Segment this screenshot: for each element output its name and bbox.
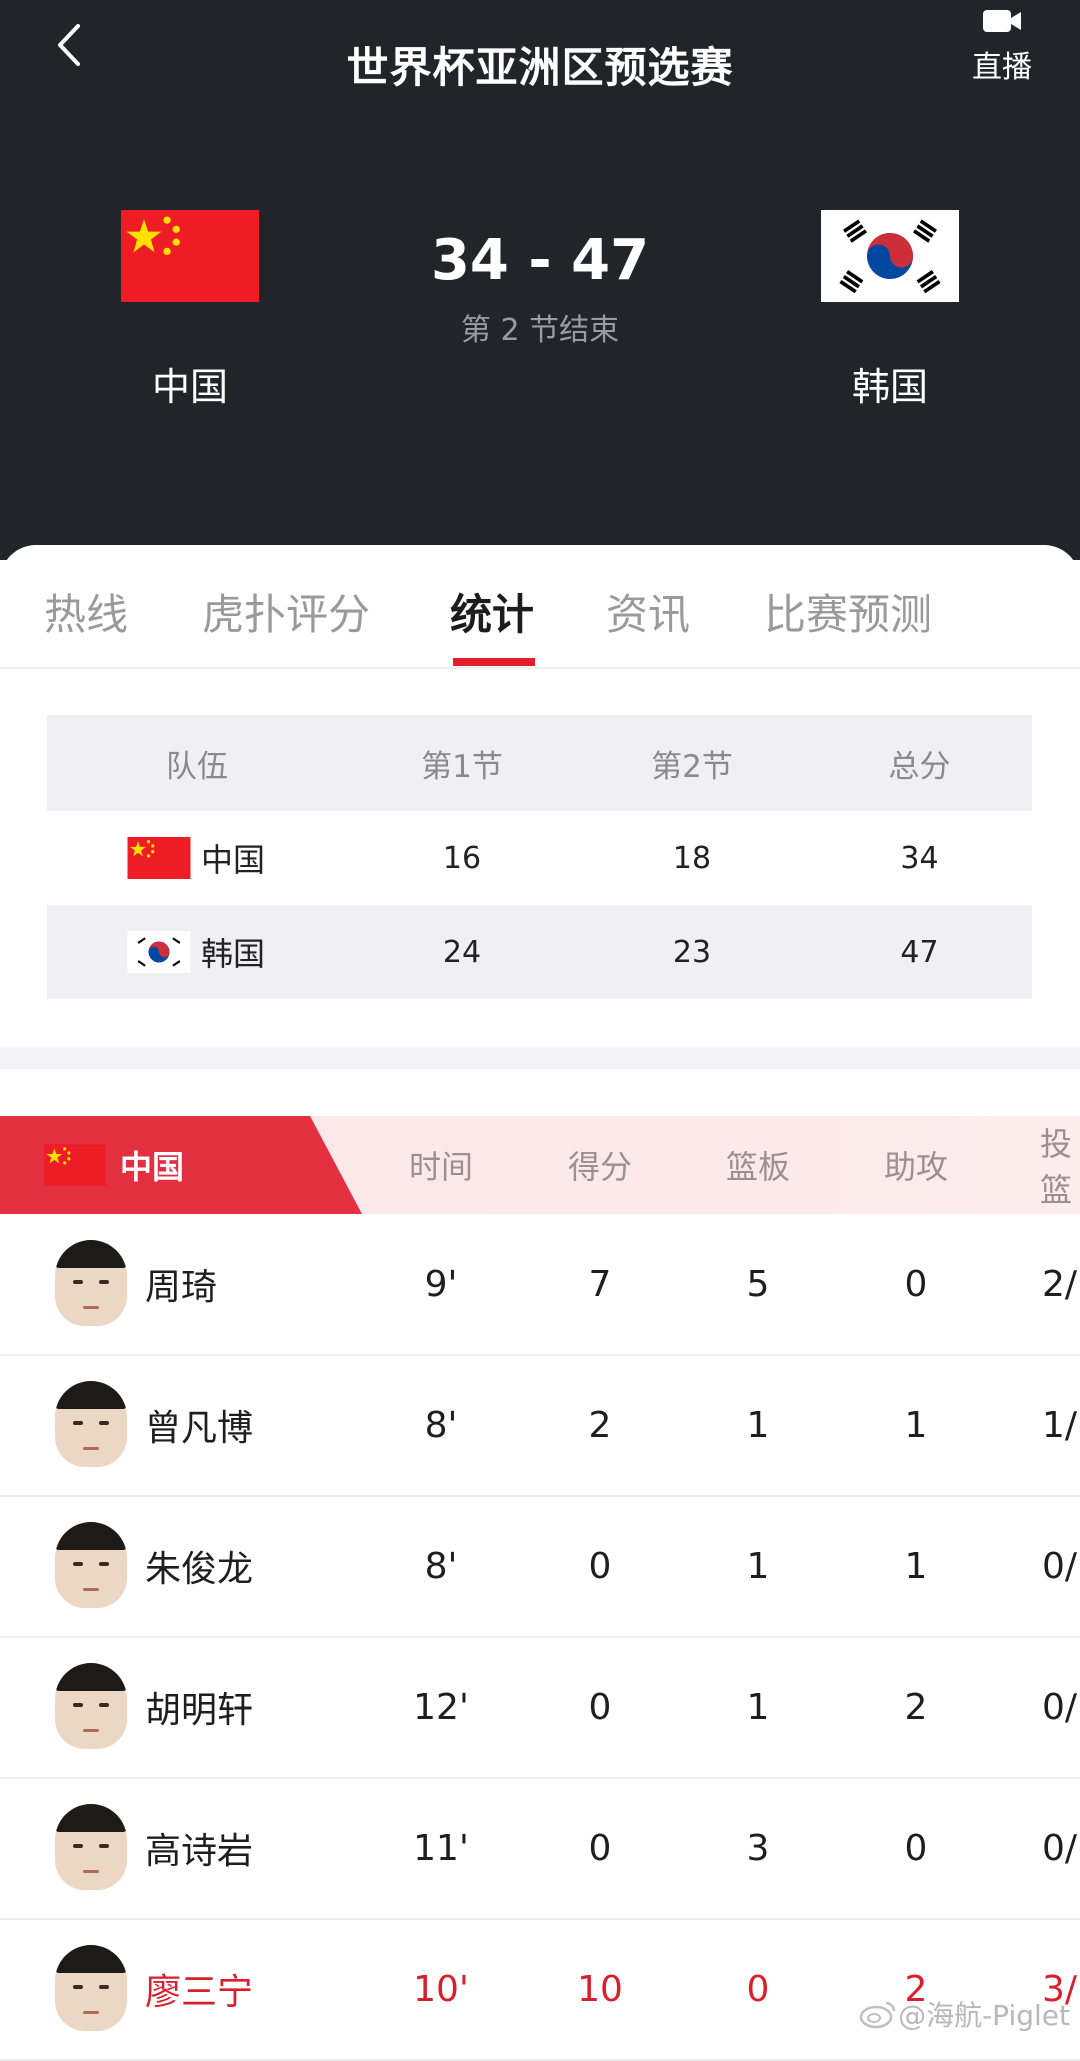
player-rebounds: 0 bbox=[746, 1968, 770, 2010]
match-header: 世界杯亚洲区预选赛 直播 中国 34 - 47 第 2 节结束 韩国 bbox=[0, 0, 1080, 560]
player-name: 周琦 bbox=[145, 1267, 218, 1308]
player-points: 0 bbox=[588, 1545, 612, 1587]
table-row: 韩国 24 23 47 bbox=[47, 905, 1032, 999]
team-cell: 韩国 bbox=[127, 905, 347, 999]
away-team[interactable]: 韩国 bbox=[790, 210, 990, 411]
player-name: 廖三宁 bbox=[145, 1972, 254, 2013]
team-cell: 中国 bbox=[127, 811, 347, 905]
watermark-text: @海航-Piglet bbox=[898, 1999, 1070, 2032]
team-banner[interactable]: 中国 bbox=[0, 1116, 362, 1214]
player-assists: 1 bbox=[904, 1545, 928, 1587]
team-name: 中国 bbox=[201, 841, 266, 879]
col-time: 时间 bbox=[408, 1148, 473, 1186]
player-name: 曾凡博 bbox=[145, 1408, 254, 1449]
total-score: 47 bbox=[900, 934, 939, 970]
q2-score: 23 bbox=[672, 934, 712, 970]
player-rebounds: 1 bbox=[746, 1404, 770, 1446]
player-assists: 2 bbox=[904, 1968, 928, 2010]
team-banner-name: 中国 bbox=[120, 1148, 185, 1186]
player-fg: 0/ bbox=[1042, 1827, 1078, 1869]
player-fg: 1/ bbox=[1042, 1404, 1078, 1446]
stats-panel: 热线 虎扑评分 统计 资讯 比赛预测 队伍 第1节 第2节 总分 中国 16 1… bbox=[0, 545, 1080, 2061]
player-rebounds: 1 bbox=[746, 1545, 770, 1587]
live-button[interactable]: 直播 bbox=[962, 6, 1042, 86]
player-assists: 1 bbox=[904, 1404, 928, 1446]
korea-flag-icon bbox=[821, 210, 959, 302]
tab-bar: 热线 虎扑评分 统计 资讯 比赛预测 bbox=[0, 545, 1080, 669]
tab-hotline[interactable]: 热线 bbox=[44, 581, 128, 642]
player-row[interactable]: 胡明轩 12' 0 1 2 0/ bbox=[0, 1637, 1080, 1779]
player-stats-header: 中国 时间 得分 篮板 助攻 投篮 bbox=[0, 1116, 1080, 1214]
player-row[interactable]: 曾凡博 8' 2 1 1 1/ bbox=[0, 1355, 1080, 1497]
player-time: 8' bbox=[424, 1545, 458, 1587]
player-assists: 2 bbox=[904, 1686, 928, 1728]
player-row[interactable]: 廖三宁 10' 10 0 2 3/ bbox=[0, 1919, 1080, 2061]
player-rebounds: 3 bbox=[746, 1827, 770, 1869]
player-row[interactable]: 朱俊龙 8' 0 1 1 0/ bbox=[0, 1496, 1080, 1638]
home-team-name: 中国 bbox=[151, 365, 228, 409]
player-time: 9' bbox=[424, 1263, 458, 1305]
player-rebounds: 5 bbox=[746, 1263, 770, 1305]
page-title: 世界杯亚洲区预选赛 bbox=[346, 43, 734, 92]
player-name: 朱俊龙 bbox=[145, 1549, 254, 1590]
col-assists: 助攻 bbox=[883, 1148, 948, 1186]
player-avatar bbox=[55, 1663, 127, 1749]
player-avatar bbox=[55, 1240, 127, 1326]
header-team: 队伍 bbox=[166, 748, 228, 785]
china-flag-icon bbox=[127, 837, 191, 879]
tab-prediction[interactable]: 比赛预测 bbox=[764, 581, 932, 642]
player-rebounds: 1 bbox=[746, 1686, 770, 1728]
player-fg: 3/ bbox=[1042, 1968, 1078, 2010]
away-team-name: 韩国 bbox=[851, 365, 928, 409]
player-row[interactable]: 高诗岩 11' 0 3 0 0/ bbox=[0, 1778, 1080, 1920]
col-fg: 投篮 bbox=[1040, 1125, 1073, 1209]
q1-score: 16 bbox=[442, 840, 482, 876]
live-label: 直播 bbox=[972, 50, 1032, 85]
watermark: @海航-Piglet bbox=[858, 1994, 1070, 2034]
player-points: 10 bbox=[577, 1968, 623, 2010]
col-points: 得分 bbox=[567, 1148, 632, 1186]
player-avatar bbox=[55, 1522, 127, 1608]
player-name: 高诗岩 bbox=[145, 1831, 254, 1872]
china-flag-icon bbox=[44, 1144, 106, 1186]
player-fg: 0/ bbox=[1042, 1545, 1078, 1587]
header-q2: 第2节 bbox=[651, 748, 733, 785]
player-fg: 0/ bbox=[1042, 1686, 1078, 1728]
player-time: 8' bbox=[424, 1404, 458, 1446]
player-fg: 2/ bbox=[1042, 1263, 1078, 1305]
header-q1: 第1节 bbox=[421, 748, 503, 785]
team-name: 韩国 bbox=[201, 935, 266, 973]
total-score: 34 bbox=[900, 840, 939, 876]
player-avatar bbox=[55, 1381, 127, 1467]
q2-score: 18 bbox=[672, 840, 712, 876]
player-time: 11' bbox=[413, 1827, 469, 1869]
player-avatar bbox=[55, 1945, 127, 2031]
player-points: 7 bbox=[588, 1263, 612, 1305]
player-row[interactable]: 周琦 9' 7 5 0 2/ bbox=[0, 1214, 1080, 1356]
player-assists: 0 bbox=[904, 1827, 928, 1869]
player-time: 10' bbox=[413, 1968, 469, 2010]
col-rebounds: 篮板 bbox=[725, 1148, 790, 1186]
player-name: 胡明轩 bbox=[145, 1690, 254, 1731]
player-assists: 0 bbox=[904, 1263, 928, 1305]
tab-news[interactable]: 资讯 bbox=[606, 581, 690, 642]
player-points: 2 bbox=[588, 1404, 612, 1446]
header-total: 总分 bbox=[888, 748, 951, 785]
table-row: 中国 16 18 34 bbox=[47, 811, 1032, 905]
tab-rating[interactable]: 虎扑评分 bbox=[202, 581, 370, 642]
section-divider bbox=[0, 1047, 1080, 1069]
table-header-row: 队伍 第1节 第2节 总分 bbox=[47, 715, 1032, 811]
player-points: 0 bbox=[588, 1827, 612, 1869]
player-time: 12' bbox=[413, 1686, 469, 1728]
video-camera-icon bbox=[983, 10, 1021, 32]
korea-flag-icon bbox=[127, 931, 191, 973]
active-tab-indicator bbox=[453, 658, 535, 666]
player-points: 0 bbox=[588, 1686, 612, 1728]
weibo-icon bbox=[859, 2001, 896, 2029]
tab-stats[interactable]: 统计 bbox=[450, 581, 534, 642]
q1-score: 24 bbox=[442, 934, 482, 970]
quarter-score-table: 队伍 第1节 第2节 总分 中国 16 18 34 韩国 24 23 47 bbox=[47, 715, 1032, 999]
player-avatar bbox=[55, 1804, 127, 1890]
